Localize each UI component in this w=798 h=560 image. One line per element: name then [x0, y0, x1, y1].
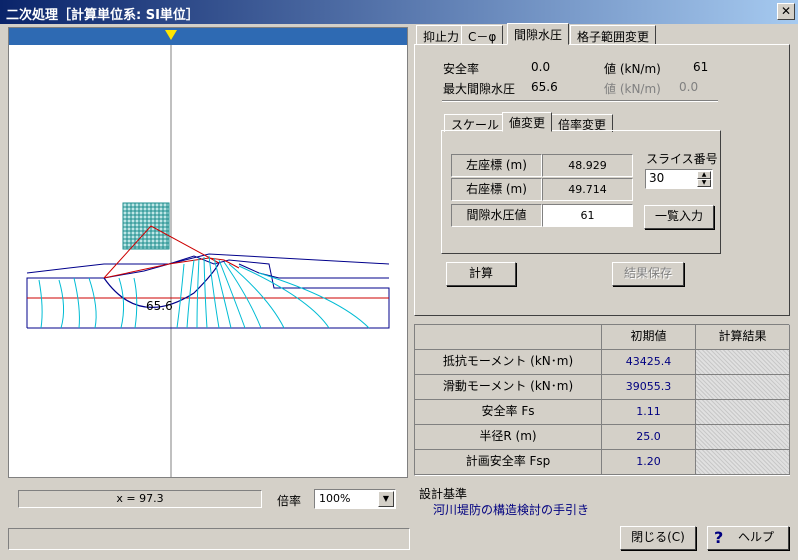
window-titlebar: 二次処理［計算単位系: SI単位］ ✕ [0, 0, 798, 24]
table-row-initial: 43425.4 [602, 350, 696, 375]
spin-down-icon[interactable]: ▼ [697, 179, 711, 187]
mesh-grid [122, 202, 170, 250]
chevron-down-icon[interactable]: ▼ [378, 491, 394, 507]
window-title: 二次処理［計算単位系: SI単位］ [6, 8, 199, 23]
value2-label: 値 (kN/m) [604, 82, 661, 96]
table-row-label: 計画安全率 Fsp [415, 450, 602, 475]
tab-c-phi[interactable]: C－φ [461, 25, 504, 45]
pore-pressure-input[interactable]: 61 [542, 204, 633, 227]
plot-label: 65.6 [146, 299, 173, 313]
table-row-label: 滑動モーメント (kN･m) [415, 375, 602, 400]
table-header-initial: 初期値 [602, 325, 696, 350]
table-row-label: 半径R (m) [415, 425, 602, 450]
separator [442, 100, 718, 102]
table-row-initial: 39055.3 [602, 375, 696, 400]
close-window-button[interactable]: ✕ [777, 3, 795, 20]
table-row-initial: 1.20 [602, 450, 696, 475]
value2-value: 0.0 [679, 80, 699, 94]
close-icon: ✕ [780, 4, 792, 18]
table-row-label: 抵抗モーメント (kN･m) [415, 350, 602, 375]
help-icon: ? [714, 528, 724, 547]
tab-restraint[interactable]: 抑止力 [416, 25, 467, 45]
safety-label: 安全率 [443, 62, 480, 76]
value-value: 61 [693, 60, 709, 74]
design-standard-label: 設計基準 [419, 487, 468, 501]
table-row-result [696, 400, 790, 425]
tab-grid-range[interactable]: 格子範囲変更 [570, 25, 657, 45]
section-drawing: 65.6 [26, 45, 390, 477]
table-row-result [696, 375, 790, 400]
status-bar [8, 528, 410, 550]
table-row-result [696, 350, 790, 375]
scale-select[interactable]: 100% ▼ [314, 489, 396, 509]
close-button[interactable]: 閉じる(C) [620, 526, 696, 550]
table-header-result: 計算結果 [696, 325, 790, 350]
table-row-result [696, 425, 790, 450]
grid-label-right: 右座標 (m) [451, 178, 542, 201]
table-header-blank [415, 325, 602, 350]
scale-label: 倍率 [277, 494, 302, 508]
grid-value-right: 49.714 [542, 178, 633, 201]
calc-button[interactable]: 計算 [446, 262, 516, 286]
design-standard-value: 河川堤防の構造検討の手引き [433, 503, 590, 517]
grid-label-left: 左座標 (m) [451, 154, 542, 177]
max-pressure-label: 最大間隙水圧 [443, 82, 516, 96]
table-row-initial: 25.0 [602, 425, 696, 450]
slice-number-stepper[interactable]: 30 ▲ ▼ [645, 169, 713, 189]
scale-value: 100% [319, 492, 351, 505]
table-row-label: 安全率 Fs [415, 400, 602, 425]
section-canvas[interactable]: 65.6 [8, 27, 408, 478]
bulk-input-button[interactable]: 一覧入力 [644, 205, 714, 229]
help-label: ヘルプ [737, 530, 774, 544]
subtab-value-change[interactable]: 値変更 [502, 112, 553, 132]
grid-value-left: 48.929 [542, 154, 633, 177]
help-button[interactable]: ? ヘルプ [707, 526, 789, 550]
value-label: 値 (kN/m) [604, 62, 661, 76]
tab-pore-pressure[interactable]: 間隙水圧 [507, 23, 570, 45]
save-result-button[interactable]: 結果保存 [612, 262, 684, 286]
safety-value: 0.0 [531, 60, 551, 74]
max-pressure-value: 65.6 [531, 80, 558, 94]
spin-up-icon[interactable]: ▲ [697, 171, 711, 179]
equipotential-lines [38, 255, 370, 329]
results-table: 初期値 計算結果 抵抗モーメント (kN･m) 43425.4 滑動モーメント … [414, 324, 790, 476]
table-row-initial: 1.11 [602, 400, 696, 425]
slice-number-value: 30 [649, 171, 665, 185]
slice-number-label: スライス番号 [646, 152, 718, 166]
x-readout: x = 97.3 [18, 490, 262, 508]
grid-label-pressure: 間隙水圧値 [451, 204, 542, 227]
table-row-result [696, 450, 790, 475]
